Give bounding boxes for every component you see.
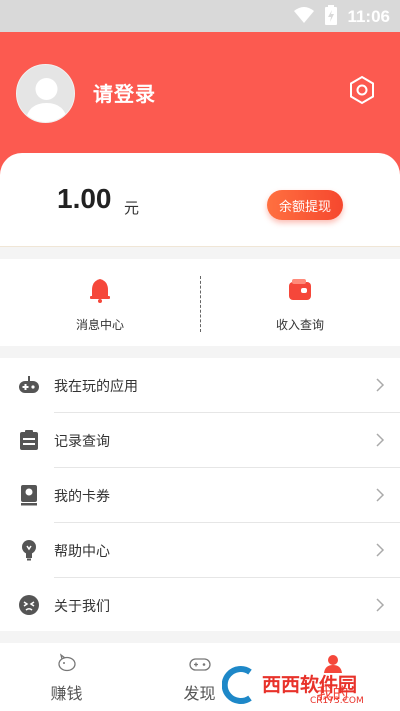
menu-item-help[interactable]: 帮助中心	[0, 523, 400, 578]
bell-icon	[90, 279, 110, 303]
menu-item-my-apps[interactable]: 我在玩的应用	[0, 358, 400, 413]
withdraw-button[interactable]: 余额提现	[267, 190, 343, 220]
menu-item-about[interactable]: 关于我们	[0, 578, 400, 633]
piggy-icon	[58, 653, 76, 672]
menu-item-records[interactable]: 记录查询	[0, 413, 400, 468]
menu-label: 我在玩的应用	[54, 379, 138, 395]
tab-label: 赚钱	[50, 684, 83, 703]
watermark-url: CR173.COM	[310, 696, 364, 706]
menu-item-coupons[interactable]: 我的卡券	[0, 468, 400, 523]
chevron-right-icon	[376, 543, 385, 557]
status-bar: 11:06	[0, 0, 400, 32]
balance-card: 1.00 元 余额提现	[0, 153, 400, 247]
status-time: 11:06	[347, 7, 390, 26]
chevron-right-icon	[376, 488, 385, 502]
chevron-right-icon	[376, 598, 385, 612]
balance-unit: 元	[124, 199, 140, 217]
watermark-text: 西西软件园	[262, 673, 357, 696]
message-center-button[interactable]: 消息中心	[0, 259, 200, 346]
quick-links: 消息中心 收入查询	[0, 259, 400, 346]
gamepad-icon	[19, 376, 39, 393]
menu-label: 我的卡券	[54, 489, 110, 505]
login-link[interactable]: 请登录	[93, 78, 156, 107]
balance-amount: 1.00	[57, 183, 112, 214]
menu-label: 帮助中心	[54, 544, 110, 560]
message-center-label: 消息中心	[75, 318, 124, 332]
menu-label: 记录查询	[54, 434, 110, 450]
status-icons: 11:06	[293, 5, 390, 29]
income-query-label: 收入查询	[275, 318, 324, 332]
avatar[interactable]	[16, 64, 75, 123]
battery-charging-icon	[325, 5, 338, 29]
wifi-icon	[293, 6, 315, 28]
menu-label: 关于我们	[54, 599, 110, 615]
settings-icon[interactable]	[347, 75, 377, 105]
card-icon	[21, 485, 37, 506]
watermark-logo: 西西软件园 CR173.COM	[222, 666, 364, 706]
chevron-right-icon	[376, 433, 385, 447]
tab-earn[interactable]: 赚钱	[0, 643, 133, 711]
menu-list: 我在玩的应用 记录查询 我的卡券 帮助中心 关于我们	[0, 358, 400, 631]
clipboard-icon	[20, 430, 38, 450]
chevron-right-icon	[376, 378, 385, 392]
income-query-button[interactable]: 收入查询	[200, 259, 400, 346]
lightbulb-icon	[22, 540, 36, 561]
avatar-placeholder-icon	[25, 78, 68, 122]
wallet-icon	[289, 279, 311, 300]
smiley-icon	[19, 595, 39, 615]
gamepad-icon	[189, 658, 211, 671]
